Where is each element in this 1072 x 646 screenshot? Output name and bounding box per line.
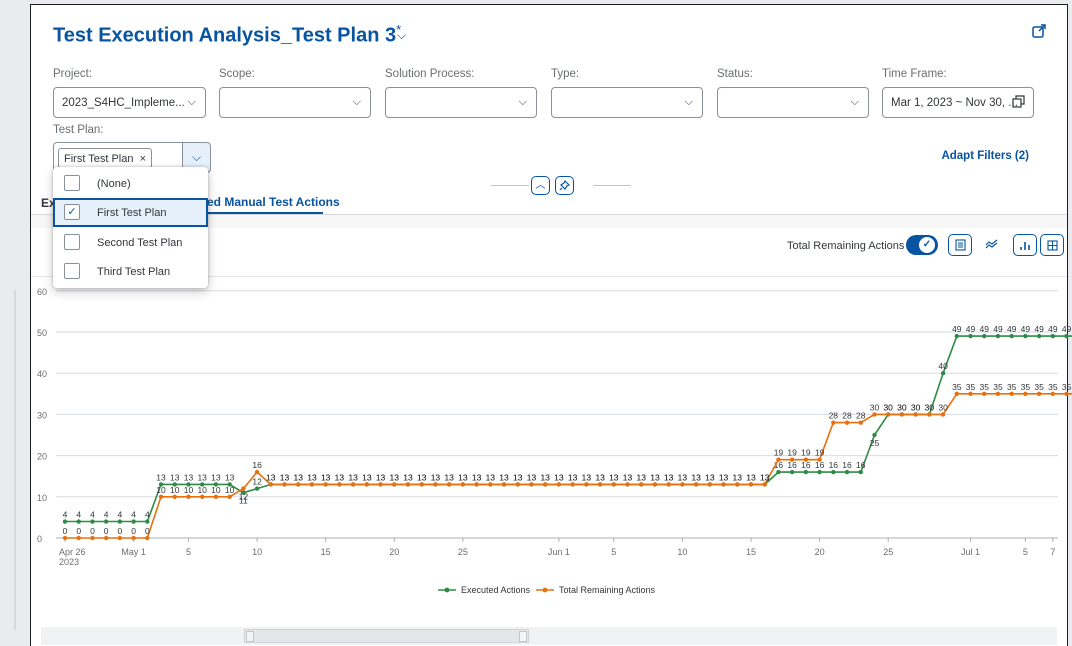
solution-process-label: Solution Process: bbox=[385, 68, 475, 80]
chart-range-slider-thumb[interactable] bbox=[244, 629, 529, 643]
project-select[interactable]: 2023_S4HC_Impleme... ⌵ bbox=[53, 87, 206, 118]
chart-range-slider-track[interactable] bbox=[41, 627, 1057, 645]
page-title[interactable]: Test Execution Analysis_Test Plan 3* bbox=[53, 22, 401, 48]
scope-label: Scope: bbox=[219, 68, 255, 80]
checkbox[interactable] bbox=[64, 263, 80, 279]
checkbox[interactable] bbox=[64, 175, 80, 191]
chevron-down-icon: ⌵ bbox=[684, 96, 693, 108]
chart-type-button[interactable] bbox=[979, 234, 1003, 256]
divider bbox=[593, 185, 631, 186]
test-plan-token[interactable]: First Test Plan × bbox=[58, 148, 152, 169]
collapse-header-button[interactable]: ︿ bbox=[531, 176, 550, 195]
grid-view-button[interactable] bbox=[1040, 234, 1064, 256]
time-frame-input[interactable]: Mar 1, 2023 ~ Nov 30, ... bbox=[882, 87, 1034, 118]
status-label: Status: bbox=[717, 68, 753, 80]
pin-icon bbox=[559, 179, 571, 191]
token-label: First Test Plan bbox=[64, 153, 134, 165]
background-panel bbox=[0, 0, 30, 646]
range-handle-right[interactable] bbox=[519, 631, 527, 642]
grid-icon bbox=[1046, 240, 1058, 251]
project-value: 2023_S4HC_Impleme... bbox=[62, 97, 185, 109]
share-icon[interactable] bbox=[1031, 23, 1047, 39]
panel-divider bbox=[14, 290, 16, 630]
option-label: Second Test Plan bbox=[97, 237, 183, 249]
chevron-down-icon: ⌵ bbox=[352, 96, 361, 108]
option-third-test-plan[interactable]: Third Test Plan bbox=[53, 257, 208, 286]
range-handle-left[interactable] bbox=[246, 631, 254, 642]
chevron-down-icon: ⌵ bbox=[187, 96, 196, 108]
page-title-text: Test Execution Analysis_Test Plan 3 bbox=[53, 24, 397, 47]
date-range-icon[interactable] bbox=[1012, 95, 1025, 108]
type-select[interactable]: ⌵ bbox=[551, 87, 703, 118]
bar-chart-button[interactable] bbox=[1013, 234, 1037, 256]
line-chart-icon bbox=[985, 239, 997, 249]
option-label: First Test Plan bbox=[97, 207, 167, 219]
tab-manual-test-actions[interactable]: ed Manual Test Actions bbox=[207, 195, 340, 209]
remaining-toggle-label: Total Remaining Actions bbox=[787, 240, 905, 252]
chevron-down-icon: ⌵ bbox=[850, 96, 859, 108]
check-icon: ✓ bbox=[919, 237, 935, 253]
option-label: Third Test Plan bbox=[97, 266, 171, 278]
type-label: Type: bbox=[551, 68, 580, 80]
status-select[interactable]: ⌵ bbox=[717, 87, 869, 118]
bar-chart-icon bbox=[1020, 242, 1030, 250]
scope-select[interactable]: ⌵ bbox=[219, 87, 371, 118]
chevron-up-icon: ︿ bbox=[535, 180, 546, 191]
solution-process-select[interactable]: ⌵ bbox=[385, 87, 537, 118]
time-frame-value: Mar 1, 2023 ~ Nov 30, ... bbox=[891, 97, 1018, 109]
remaining-actions-switch[interactable]: ✓ bbox=[906, 235, 938, 255]
divider bbox=[491, 185, 529, 186]
adapt-filters-link[interactable]: Adapt Filters (2) bbox=[941, 150, 1029, 162]
project-label: Project: bbox=[53, 68, 92, 80]
chevron-down-icon: ⌵ bbox=[518, 96, 527, 108]
option-first-test-plan[interactable]: ✓ First Test Plan bbox=[53, 198, 208, 227]
table-view-button[interactable] bbox=[948, 234, 972, 256]
app-window: Test Execution Analysis_Test Plan 3* ⌵ P… bbox=[30, 4, 1068, 646]
pin-header-button[interactable] bbox=[555, 176, 574, 195]
variant-chevron-down-icon[interactable]: ⌵ bbox=[397, 28, 406, 43]
option-second-test-plan[interactable]: Second Test Plan bbox=[53, 228, 208, 257]
checkbox[interactable] bbox=[64, 234, 80, 250]
check-icon: ✓ bbox=[67, 206, 77, 218]
test-plan-dropdown-list: (None) ✓ First Test Plan Second Test Pla… bbox=[53, 167, 208, 288]
time-frame-label: Time Frame: bbox=[882, 68, 947, 80]
table-icon bbox=[954, 239, 966, 251]
test-plan-label: Test Plan: bbox=[53, 124, 104, 136]
checkbox[interactable]: ✓ bbox=[64, 204, 80, 220]
option-none[interactable]: (None) bbox=[53, 169, 208, 198]
chevron-down-icon: ⌵ bbox=[191, 150, 202, 164]
chart-card bbox=[31, 228, 1067, 646]
token-remove-icon[interactable]: × bbox=[140, 153, 146, 165]
option-label: (None) bbox=[97, 178, 131, 190]
